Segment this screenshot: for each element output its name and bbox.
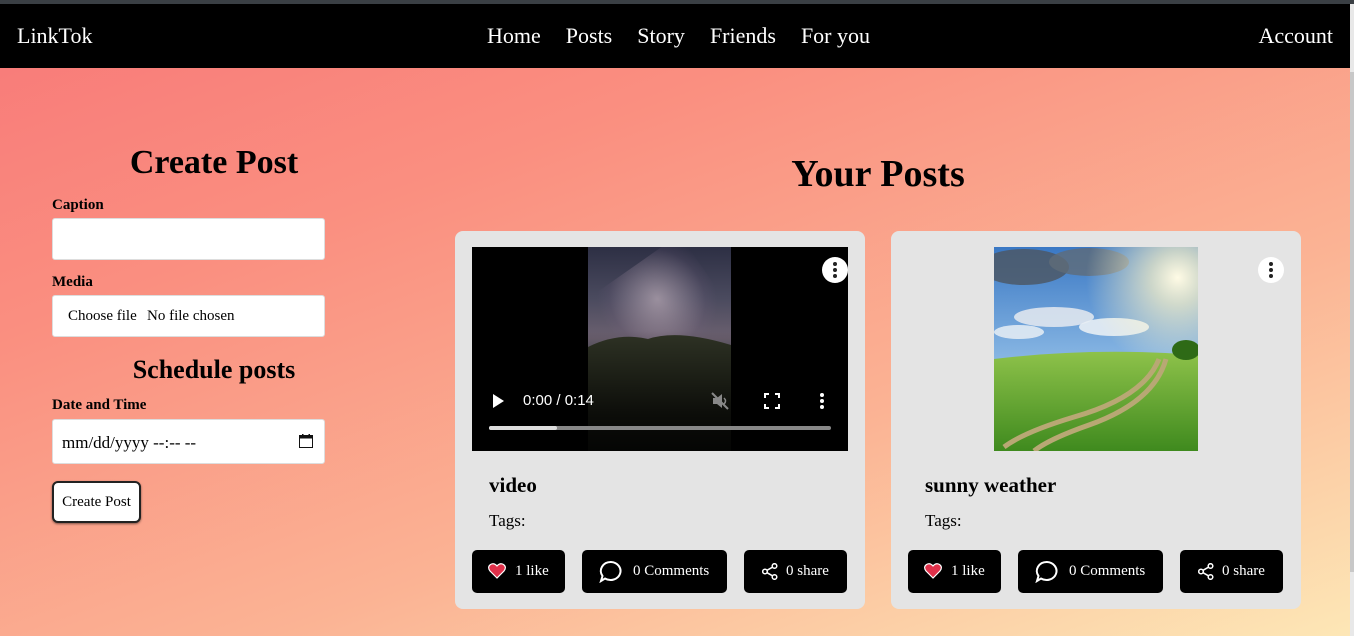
comments-button[interactable]: 0 Comments <box>582 550 727 593</box>
comments-count: 0 Comments <box>633 563 710 579</box>
comments-button[interactable]: 0 Comments <box>1018 550 1163 593</box>
nav-friends[interactable]: Friends <box>710 23 776 49</box>
create-post-title: Create Post <box>129 144 299 181</box>
nav-account[interactable]: Account <box>1258 23 1333 49</box>
share-count: 0 share <box>786 563 829 579</box>
nav-posts[interactable]: Posts <box>566 23 612 49</box>
datetime-input[interactable]: mm/dd/yyyy --:-- -- <box>52 419 325 464</box>
nav-story[interactable]: Story <box>637 23 685 49</box>
video-player[interactable]: 0:00 / 0:14 <box>472 247 848 451</box>
scrollbar-thumb[interactable] <box>1350 72 1354 572</box>
more-vert-icon[interactable] <box>1258 257 1284 283</box>
post-title: sunny weather <box>925 473 1057 497</box>
heart-icon <box>488 563 506 579</box>
share-button[interactable]: 0 share <box>1180 550 1283 593</box>
navbar: LinkTok Home Posts Story Friends For you… <box>0 4 1350 68</box>
caption-label: Caption <box>52 197 104 213</box>
heart-icon <box>924 563 942 579</box>
media-file-input[interactable]: Choose file No file chosen <box>52 295 325 337</box>
video-progress-fill <box>489 426 558 430</box>
page-scrollbar[interactable] <box>1350 4 1354 636</box>
post-card: 0:00 / 0:14 video Tags: 1 like 0 Comment… <box>455 231 865 609</box>
share-button[interactable]: 0 share <box>744 550 847 593</box>
share-count: 0 share <box>1222 563 1265 579</box>
mute-icon[interactable] <box>710 391 730 411</box>
video-progress-bar[interactable] <box>489 426 831 430</box>
fullscreen-icon[interactable] <box>764 393 780 409</box>
media-label: Media <box>52 274 93 290</box>
comment-icon <box>599 560 622 583</box>
datetime-placeholder: mm/dd/yyyy --:-- -- <box>62 433 197 452</box>
share-icon <box>1198 563 1214 580</box>
comments-count: 0 Comments <box>1069 563 1146 579</box>
sunny-landscape-image <box>994 247 1198 451</box>
video-more-icon[interactable] <box>819 392 825 410</box>
share-icon <box>762 563 778 580</box>
brand-logo[interactable]: LinkTok <box>17 23 92 49</box>
choose-file-button[interactable]: Choose file <box>68 308 137 325</box>
post-tags: Tags: <box>925 511 962 530</box>
play-icon[interactable] <box>492 394 504 408</box>
create-post-button[interactable]: Create Post <box>52 481 141 523</box>
post-image[interactable] <box>994 247 1198 451</box>
nav-for-you[interactable]: For you <box>801 23 870 49</box>
video-controls-overlay <box>472 331 848 451</box>
like-button[interactable]: 1 like <box>472 550 565 593</box>
schedule-posts-title: Schedule posts <box>132 355 296 384</box>
file-status: No file chosen <box>147 308 235 324</box>
datetime-label: Date and Time <box>52 397 147 413</box>
your-posts-title: Your Posts <box>791 153 965 195</box>
post-tags: Tags: <box>489 511 526 530</box>
caption-input[interactable] <box>52 218 325 260</box>
like-count: 1 like <box>951 563 985 579</box>
nav-links: Home Posts Story Friends For you <box>487 23 895 49</box>
nav-home[interactable]: Home <box>487 23 541 49</box>
more-vert-icon[interactable] <box>822 257 848 283</box>
comment-icon <box>1035 560 1058 583</box>
calendar-icon[interactable] <box>299 434 313 448</box>
like-button[interactable]: 1 like <box>908 550 1001 593</box>
like-count: 1 like <box>515 563 549 579</box>
post-card: sunny weather Tags: 1 like 0 Comments 0 … <box>891 231 1301 609</box>
video-time: 0:00 / 0:14 <box>523 392 594 409</box>
post-title: video <box>489 473 537 497</box>
